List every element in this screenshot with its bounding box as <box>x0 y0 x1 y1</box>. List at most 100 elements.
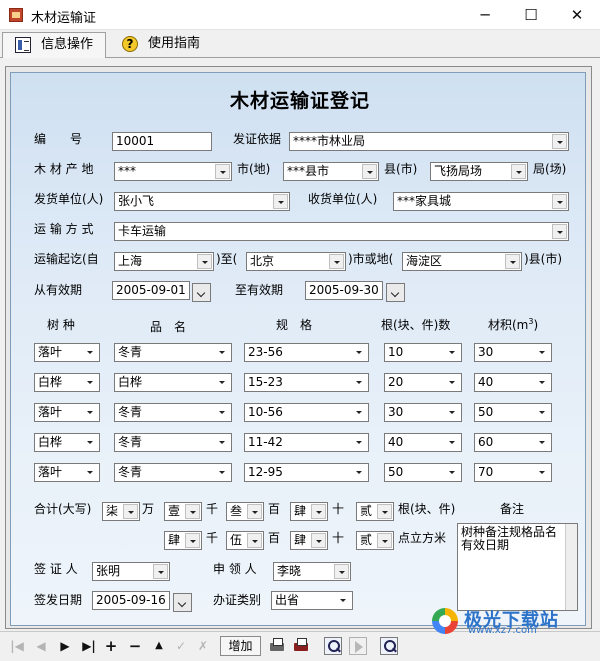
preview-icon[interactable] <box>324 637 342 655</box>
cancel-record-button[interactable]: ✗ <box>194 637 212 655</box>
chevron-down-icon[interactable] <box>362 164 377 179</box>
basis-select[interactable]: ****市林业局 <box>289 132 569 151</box>
issue-date-field[interactable]: 2005-09-16 <box>92 591 170 610</box>
product-select[interactable]: 冬青 <box>114 343 232 362</box>
chevron-down-icon[interactable] <box>83 465 98 480</box>
product-select[interactable]: 白桦 <box>114 373 232 392</box>
post-record-button[interactable]: ✓ <box>172 637 190 655</box>
chevron-down-icon[interactable] <box>215 164 230 179</box>
chevron-down-icon[interactable] <box>352 405 367 420</box>
edit-record-button[interactable]: ▲ <box>150 637 168 655</box>
count-ge-select[interactable]: 贰 <box>356 502 394 521</box>
chevron-down-icon[interactable] <box>352 375 367 390</box>
chevron-down-icon[interactable] <box>352 345 367 360</box>
certifier-select[interactable]: 张明 <box>92 562 170 581</box>
next-record-button[interactable]: ▶ <box>56 637 74 655</box>
print-icon[interactable] <box>268 637 286 655</box>
chevron-down-icon[interactable] <box>83 345 98 360</box>
vol-qian-select[interactable]: 肆 <box>164 531 202 550</box>
chevron-down-icon[interactable] <box>329 254 344 269</box>
chevron-down-icon[interactable] <box>153 564 168 579</box>
product-select[interactable]: 冬青 <box>114 463 232 482</box>
chevron-down-icon[interactable] <box>215 405 230 420</box>
route-to-select[interactable]: 北京 <box>246 252 346 271</box>
species-select[interactable]: 落叶 <box>34 403 100 422</box>
chevron-down-icon[interactable] <box>311 504 326 519</box>
volume-select[interactable]: 70 <box>474 463 552 482</box>
count-shi-select[interactable]: 肆 <box>290 502 328 521</box>
chevron-down-icon[interactable] <box>552 194 567 209</box>
chevron-down-icon[interactable] <box>215 435 230 450</box>
count-select[interactable]: 50 <box>384 463 462 482</box>
species-select[interactable]: 白桦 <box>34 433 100 452</box>
count-select[interactable]: 40 <box>384 433 462 452</box>
species-select[interactable]: 落叶 <box>34 463 100 482</box>
chevron-down-icon[interactable] <box>215 465 230 480</box>
insert-record-button[interactable]: + <box>102 637 120 655</box>
chevron-down-icon[interactable] <box>535 435 550 450</box>
origin-city-select[interactable]: *** <box>114 162 232 181</box>
maximize-button[interactable]: ☐ <box>508 0 554 30</box>
chevron-down-icon[interactable] <box>535 465 550 480</box>
count-select[interactable]: 30 <box>384 403 462 422</box>
count-qian-select[interactable]: 壹 <box>164 502 202 521</box>
last-record-button[interactable]: ▶| <box>80 637 98 655</box>
chevron-down-icon[interactable] <box>215 375 230 390</box>
chevron-down-icon[interactable] <box>535 375 550 390</box>
route-county-select[interactable]: 海淀区 <box>402 252 522 271</box>
product-select[interactable]: 冬青 <box>114 433 232 452</box>
minimize-button[interactable]: ─ <box>462 0 508 30</box>
chevron-down-icon[interactable] <box>445 405 460 420</box>
valid-from-field[interactable]: 2005-09-01 <box>112 281 190 300</box>
chevron-down-icon[interactable] <box>185 504 200 519</box>
run-icon[interactable] <box>349 637 367 655</box>
search-icon[interactable] <box>380 637 398 655</box>
chevron-down-icon[interactable] <box>352 435 367 450</box>
prev-record-button[interactable]: ◀ <box>32 637 50 655</box>
first-record-button[interactable]: |◀ <box>8 637 26 655</box>
remark-memo[interactable]: 树种备注规格品名 有效日期 <box>457 523 578 611</box>
chevron-down-icon[interactable] <box>535 405 550 420</box>
sender-select[interactable]: 张小飞 <box>114 192 290 211</box>
chevron-down-icon[interactable] <box>445 435 460 450</box>
spec-select[interactable]: 23-56 <box>244 343 369 362</box>
chevron-down-icon[interactable] <box>445 375 460 390</box>
count-select[interactable]: 20 <box>384 373 462 392</box>
chevron-down-icon[interactable] <box>377 533 392 548</box>
chevron-down-icon[interactable] <box>197 254 212 269</box>
chevron-down-icon[interactable] <box>505 254 520 269</box>
count-wan-select[interactable]: 柒 <box>102 502 140 521</box>
chevron-down-icon[interactable] <box>273 194 288 209</box>
chevron-down-icon[interactable] <box>247 504 262 519</box>
chevron-down-icon[interactable] <box>247 533 262 548</box>
volume-select[interactable]: 40 <box>474 373 552 392</box>
spec-select[interactable]: 15-23 <box>244 373 369 392</box>
calendar-dropdown-icon[interactable] <box>192 283 211 302</box>
vol-shi-select[interactable]: 肆 <box>290 531 328 550</box>
close-button[interactable]: ✕ <box>554 0 600 30</box>
tab-info-operation[interactable]: 信息操作 <box>2 32 106 58</box>
chevron-down-icon[interactable] <box>336 593 351 608</box>
chevron-down-icon[interactable] <box>535 345 550 360</box>
chevron-down-icon[interactable] <box>334 564 349 579</box>
chevron-down-icon[interactable] <box>185 533 200 548</box>
transport-select[interactable]: 卡车运输 <box>114 222 569 241</box>
chevron-down-icon[interactable] <box>552 224 567 239</box>
chevron-down-icon[interactable] <box>445 465 460 480</box>
chevron-down-icon[interactable] <box>552 134 567 149</box>
memo-scrollbar[interactable] <box>565 524 577 610</box>
count-select[interactable]: 10 <box>384 343 462 362</box>
applicant-select[interactable]: 李晓 <box>273 562 351 581</box>
chevron-down-icon[interactable] <box>445 345 460 360</box>
species-select[interactable]: 白桦 <box>34 373 100 392</box>
chevron-down-icon[interactable] <box>215 345 230 360</box>
volume-select[interactable]: 50 <box>474 403 552 422</box>
volume-select[interactable]: 60 <box>474 433 552 452</box>
origin-bureau-select[interactable]: 飞扬局场 <box>430 162 528 181</box>
number-field[interactable]: 10001 <box>112 132 212 151</box>
tab-user-guide[interactable]: ? 使用指南 <box>110 32 214 58</box>
chevron-down-icon[interactable] <box>352 465 367 480</box>
print-setup-icon[interactable] <box>292 637 310 655</box>
delete-record-button[interactable]: − <box>126 637 144 655</box>
receiver-select[interactable]: ***家具城 <box>393 192 569 211</box>
